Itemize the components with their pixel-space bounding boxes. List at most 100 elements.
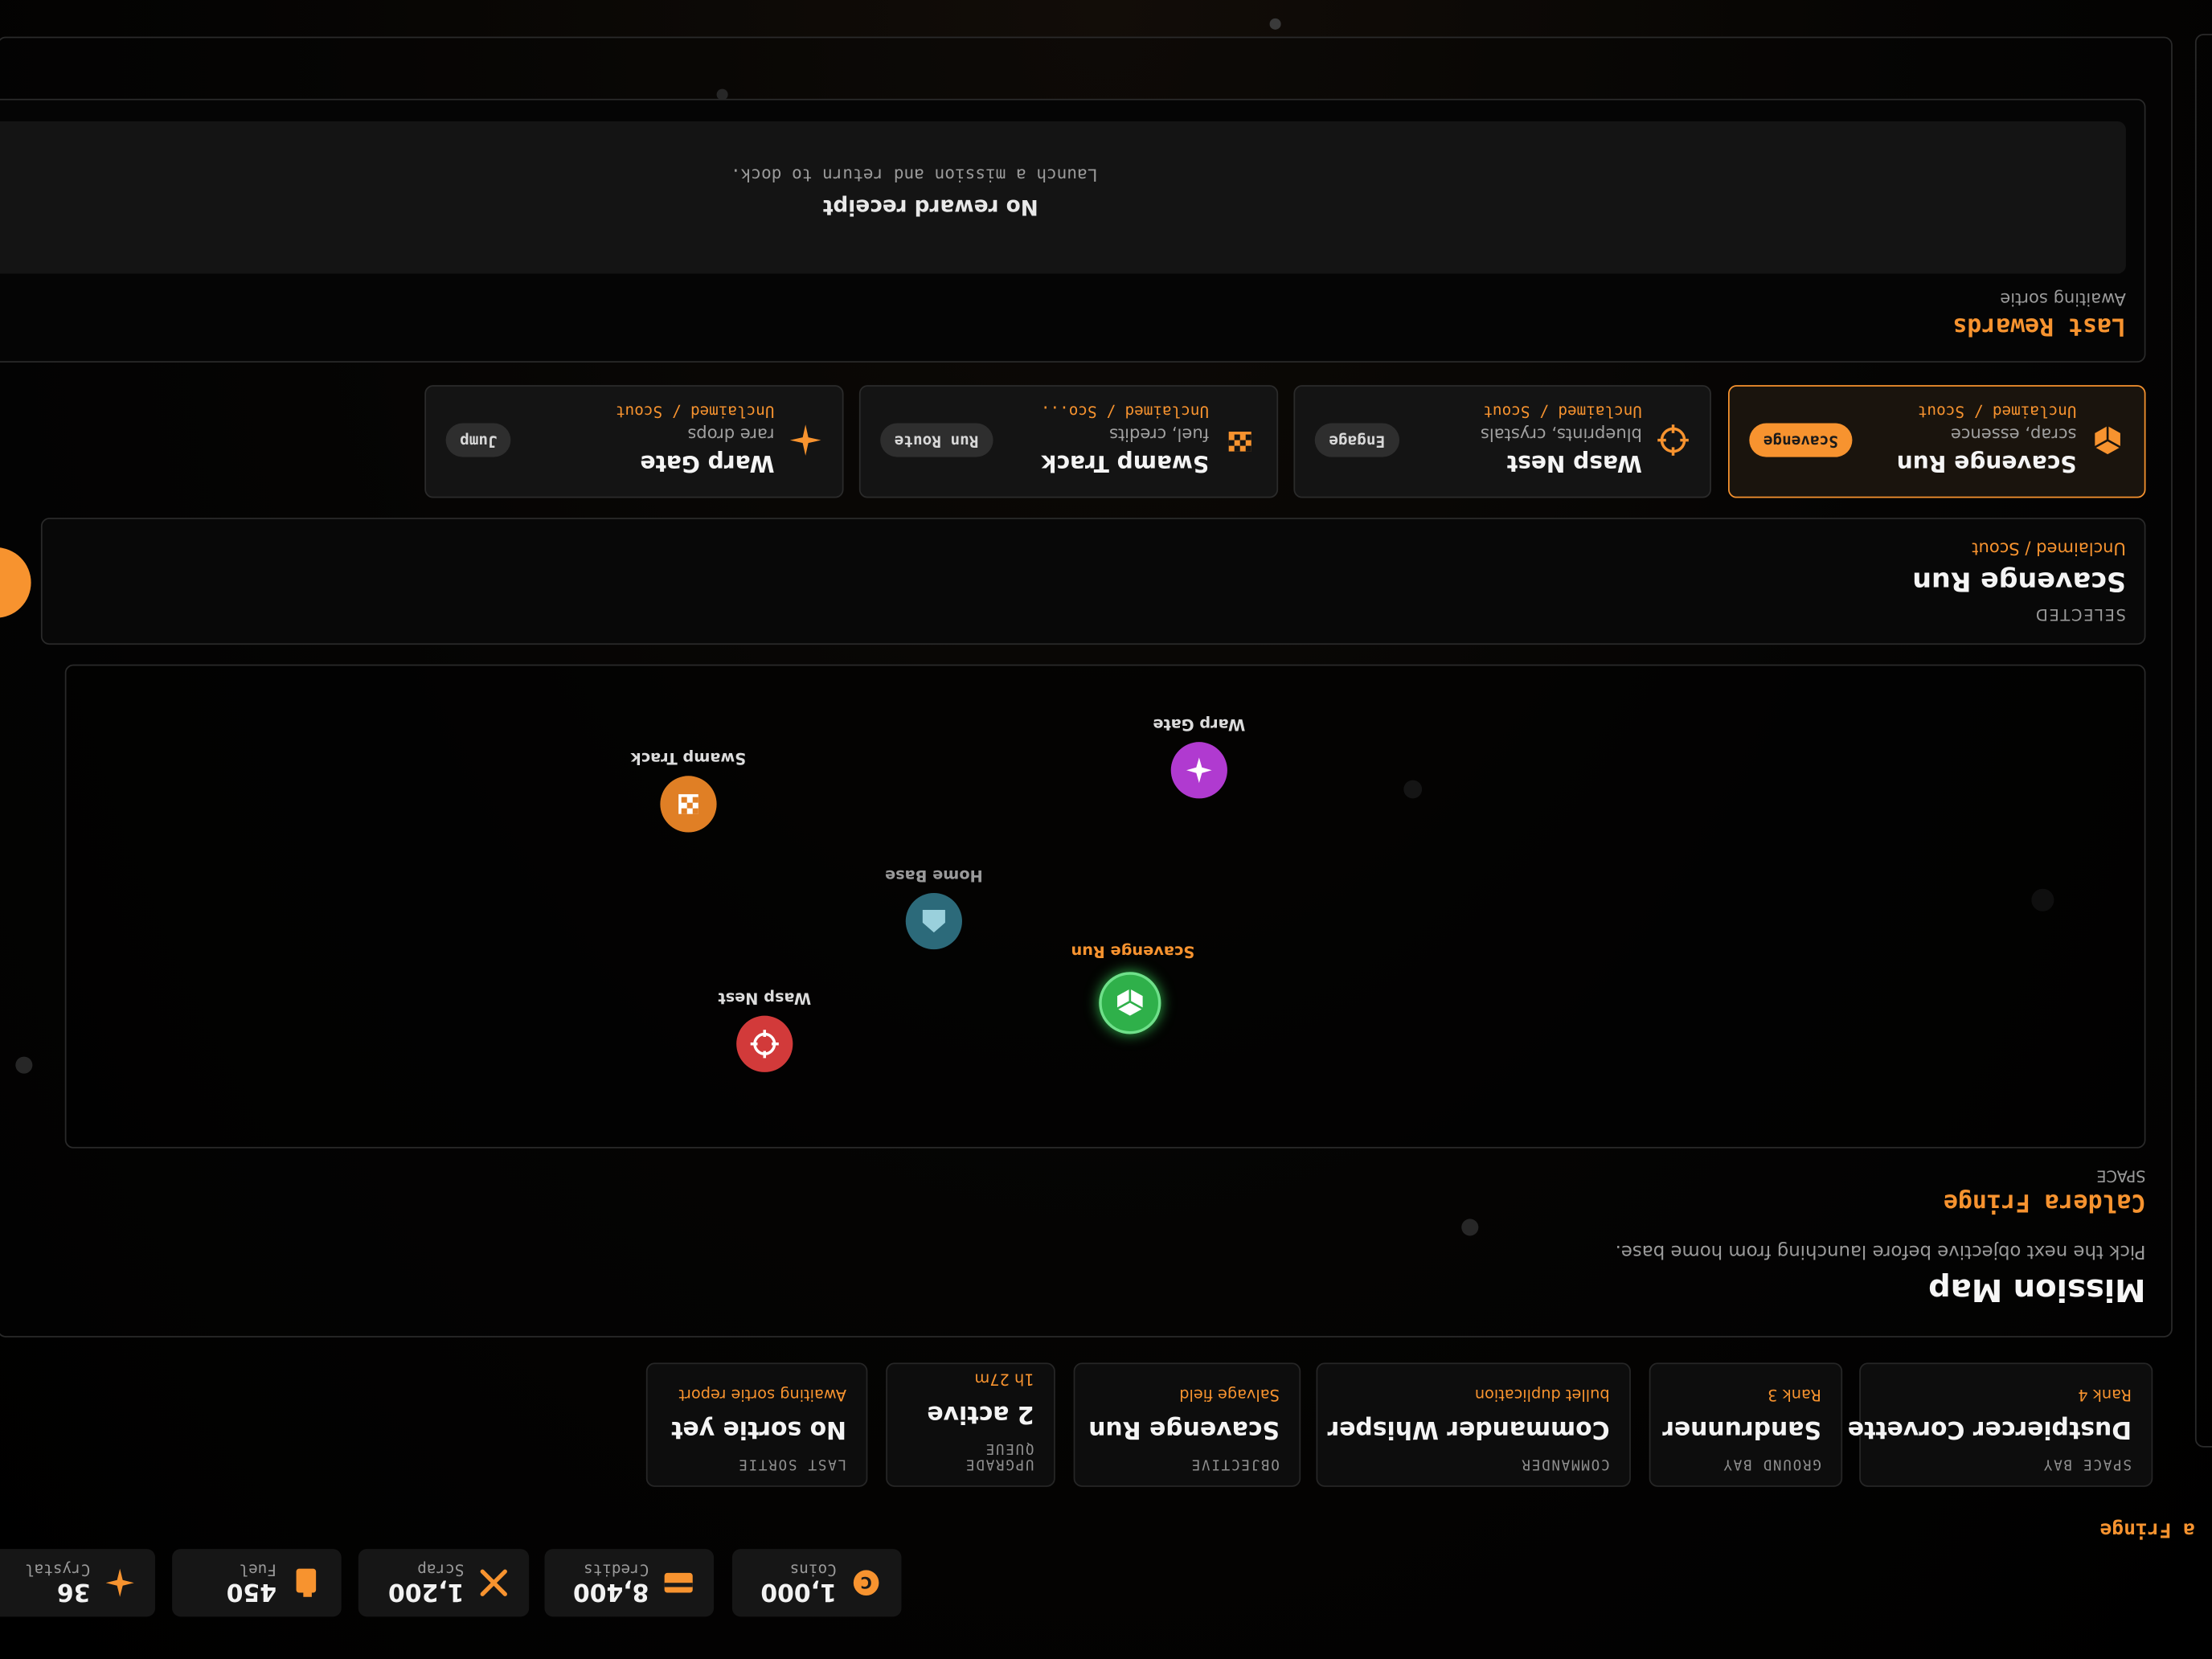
svg-text:C: C [861, 1573, 872, 1591]
stat-key: UPGRADE QUEUE [965, 1440, 1034, 1472]
selected-name: Scavenge Run [1912, 565, 2126, 597]
stat-key: SPACE BAY [2042, 1456, 2132, 1472]
jump-button[interactable]: Jump [445, 423, 512, 457]
sparkle-icon [104, 1567, 136, 1599]
stat-value: Dustpiercer Corvette [1847, 1415, 2132, 1444]
zone-type: SPACE [2096, 1166, 2146, 1186]
stat-value: Scavenge Run [1088, 1415, 1280, 1444]
mission-desc: fuel, credits [1108, 424, 1210, 444]
stat-value: Sandrunner [1662, 1415, 1821, 1444]
flipped-view: C 1,000 Coins 8,400 Credits 1,200 Scrap … [0, 0, 2212, 1659]
stat-value: 2 active [927, 1399, 1034, 1428]
selected-kicker: SELECTED [2034, 604, 2126, 624]
region-title: a Fringe [2099, 1518, 2195, 1541]
resource-label: Fuel [239, 1561, 276, 1579]
resource-label: Coins [789, 1561, 837, 1579]
map-node-warp-gate[interactable] [1170, 742, 1227, 799]
resource-label: Scrap [417, 1561, 465, 1579]
mission-map-title: Mission Map [1928, 1271, 2146, 1307]
stat-key: COMMANDER [1520, 1456, 1610, 1472]
zone-name: Caldera Fringe [1944, 1187, 2146, 1216]
game-screen: C 1,000 Coins 8,400 Credits 1,200 Scrap … [0, 0, 2212, 1659]
rewards-title: Last Rewards [1952, 311, 2126, 340]
resource-fuel: 450 Fuel [172, 1549, 342, 1617]
resource-scrap: 1,200 Scrap [358, 1549, 530, 1617]
map-node-label: Scavenge Run [1071, 942, 1195, 961]
resource-value: 1,000 [760, 1578, 837, 1607]
stat-sub: bullet duplication [1474, 1385, 1610, 1404]
mission-name: Wasp Nest [1506, 449, 1642, 477]
checkered-flag-icon [678, 794, 698, 814]
resource-value: 1,200 [388, 1578, 465, 1607]
scavenge-button[interactable]: Scavenge [1749, 423, 1853, 457]
rewards-empty-title: No reward receipt [822, 195, 1038, 220]
fuel-can-icon [291, 1567, 322, 1599]
mission-status: Unclaimed / Scout [1483, 402, 1642, 421]
mission-desc: scrap, essence [1950, 424, 2077, 444]
map-node-wasp-nest[interactable] [736, 1015, 793, 1072]
mission-card-swamp-track[interactable]: Swamp Track fuel, credits Unclaimed / Sc… [858, 385, 1279, 498]
map-node-label: Wasp Nest [718, 989, 812, 1008]
resource-credits: 8,400 Credits [544, 1549, 715, 1617]
resource-value: 36 [56, 1578, 91, 1607]
resource-label: Crystal [24, 1561, 91, 1579]
coin-icon: C [850, 1567, 882, 1599]
checkered-flag-icon [1223, 424, 1257, 457]
stat-value: Commander Whisper [1327, 1415, 1610, 1444]
stat-sub: Rank 4 [2078, 1385, 2132, 1404]
selected-status: Unclaimed / Scout [1972, 539, 2126, 559]
stat-key: OBJECTIVE [1190, 1456, 1280, 1472]
mission-name: Scavenge Run [1896, 449, 2077, 477]
rewards-empty-text: Launch a mission and return to dock. [730, 165, 1098, 185]
mission-map-area[interactable] [64, 664, 2146, 1149]
mission-desc: rare drops [687, 424, 775, 444]
resource-coins: C 1,000 Coins [731, 1549, 902, 1617]
stat-sub: 1h 27m [974, 1370, 1034, 1389]
map-node-home-base[interactable] [905, 892, 962, 950]
stat-sub: Salvage field [1179, 1385, 1280, 1404]
stat-key: GROUND BAY [1722, 1456, 1821, 1472]
resource-label: Credits [583, 1561, 649, 1579]
mission-map-subtitle: Pick the next objective before launching… [1615, 1239, 2146, 1262]
mission-desc: blueprints, crystals [1480, 424, 1642, 444]
selected-mission-panel [40, 518, 2146, 645]
rewards-empty-box [0, 121, 2126, 274]
run-route-button[interactable]: Run Route [880, 423, 993, 457]
mission-card-scavenge-run[interactable]: Scavenge Run scrap, essence Unclaimed / … [1727, 385, 2146, 498]
mission-name: Swamp Track [1041, 449, 1210, 477]
side-panel-edge [2194, 34, 2212, 1448]
resource-value: 450 [226, 1578, 276, 1607]
stat-sub: Awaiting sortie report [678, 1385, 847, 1404]
map-node-label: Home Base [885, 866, 983, 885]
stat-commander: COMMANDER Commander Whisper bullet dupli… [1316, 1362, 1631, 1487]
cube-icon [2091, 424, 2124, 457]
stat-key: LAST SORTIE [737, 1456, 847, 1472]
stat-sub: Rank 3 [1768, 1385, 1821, 1404]
resource-value: 8,400 [572, 1578, 649, 1607]
map-node-swamp-track[interactable] [660, 776, 717, 833]
stat-space-bay: SPACE BAY Dustpiercer Corvette Rank 4 [1847, 1362, 2153, 1487]
crosshair-icon [1656, 424, 1690, 457]
stat-upgrade-queue: UPGRADE QUEUE 2 active 1h 27m [886, 1362, 1055, 1487]
tools-icon [478, 1567, 510, 1599]
resource-crystal: 36 Crystal [0, 1549, 156, 1617]
crosshair-icon [750, 1030, 779, 1059]
mission-name: Warp Gate [640, 449, 775, 477]
mission-status: Unclaimed / Scout [1917, 402, 2077, 421]
sparkle-icon [1186, 757, 1212, 784]
rewards-status: Awaiting sortie [2000, 289, 2126, 309]
mission-card-wasp-nest[interactable]: Wasp Nest blueprints, crystals Unclaimed… [1293, 385, 1711, 498]
mission-status: Unclaimed / Sco... [1040, 402, 1210, 421]
map-node-label: Warp Gate [1153, 715, 1246, 734]
stat-value: No sortie yet [671, 1415, 847, 1444]
map-node-label: Swamp Track [630, 748, 747, 768]
home-base-icon [922, 910, 945, 933]
stat-objective: OBJECTIVE Scavenge Run Salvage field [1073, 1362, 1301, 1487]
mission-card-warp-gate[interactable]: Warp Gate rare drops Unclaimed / Scout J… [424, 385, 844, 498]
stat-ground-bay: GROUND BAY Sandrunner Rank 3 [1649, 1362, 1843, 1487]
stat-last-sortie: LAST SORTIE No sortie yet Awaiting sorti… [645, 1362, 868, 1487]
engage-button[interactable]: Engage [1314, 423, 1399, 457]
map-node-scavenge-run[interactable] [1099, 972, 1161, 1034]
mission-status: Unclaimed / Scout [615, 402, 775, 421]
cube-icon [1116, 989, 1144, 1016]
